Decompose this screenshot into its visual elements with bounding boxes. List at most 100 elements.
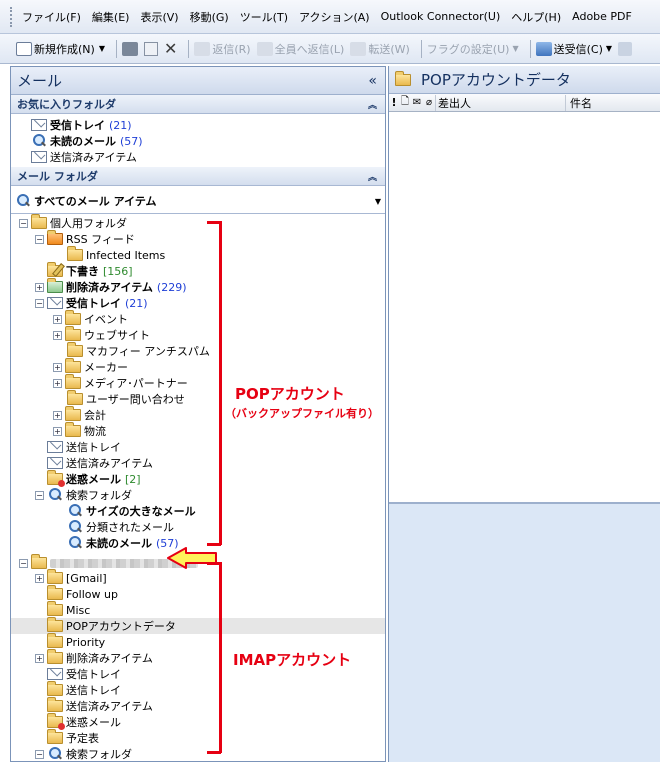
folder-icon — [395, 70, 411, 86]
move-to-folder-icon[interactable] — [143, 41, 158, 56]
tree-item-sent-items[interactable]: 送信済みアイテム — [47, 455, 153, 471]
tree-item-misc[interactable]: Misc — [47, 601, 90, 618]
menu-file[interactable]: ファイル(F) — [22, 9, 81, 25]
tree-item-imap-sent[interactable]: 送信済みアイテム — [47, 697, 153, 714]
forward-button[interactable]: 転送(W) — [350, 41, 410, 57]
menu-adobe-pdf[interactable]: Adobe PDF — [572, 10, 632, 23]
favorites-header[interactable]: お気に入りフォルダ ︽ — [11, 95, 385, 114]
tree-item-label: 削除済みアイテム — [66, 281, 153, 294]
tree-item-accounting[interactable]: + 会計 — [53, 406, 106, 423]
unread-count: (57) — [120, 134, 143, 148]
chevron-up-icon[interactable]: ︽ — [368, 98, 377, 111]
tree-item-follow-up[interactable]: Follow up — [47, 585, 118, 602]
imap-account-annotation: IMAPアカウント — [233, 651, 352, 669]
expand-icon[interactable]: + — [53, 426, 62, 436]
expand-icon[interactable]: + — [35, 282, 44, 292]
tree-item-imap-outbox[interactable]: 送信トレイ — [47, 681, 121, 698]
menu-go[interactable]: 移動(G) — [190, 9, 229, 25]
chevron-up-icon[interactable]: ︽ — [368, 170, 377, 183]
chevron-down-icon[interactable]: ▼ — [375, 197, 381, 206]
tree-item-website[interactable]: + ウェブサイト — [53, 326, 150, 343]
chevron-down-icon[interactable]: ▼ — [512, 44, 518, 53]
tree-item-outbox[interactable]: 送信トレイ — [47, 439, 121, 455]
menu-actions[interactable]: アクション(A) — [299, 9, 370, 25]
tree-item-junk[interactable]: 迷惑メール [2] — [47, 470, 141, 487]
unread-count: (229) — [156, 280, 187, 294]
reply-all-button[interactable]: 全員へ返信(L) — [256, 41, 344, 57]
tree-item-user-inquiry[interactable]: ユーザー問い合わせ — [67, 390, 185, 407]
menubar-grip[interactable] — [10, 6, 13, 27]
importance-column[interactable]: ! — [389, 96, 399, 109]
tree-item-imap-deleted[interactable]: + 削除済みアイテム — [35, 649, 153, 666]
address-book-icon[interactable] — [618, 41, 633, 56]
tree-item-imap-calendar[interactable]: 予定表 — [47, 729, 99, 746]
expand-icon[interactable]: + — [35, 573, 44, 583]
tree-item-event[interactable]: + イベント — [53, 310, 128, 327]
tree-item-imap-inbox[interactable]: 受信トレイ — [47, 666, 121, 682]
mail-folders-header[interactable]: メール フォルダ ︽ — [11, 167, 385, 186]
collapse-icon[interactable]: − — [35, 234, 44, 244]
tree-item-imap-search[interactable]: − 検索フォルダ — [35, 746, 132, 761]
flag-button[interactable]: フラグの設定(U) ▼ — [427, 41, 519, 57]
menu-edit[interactable]: 編集(E) — [92, 9, 130, 25]
expand-icon[interactable]: + — [35, 653, 44, 663]
tree-item-unread[interactable]: 未読のメール (57) — [67, 535, 179, 551]
folder-icon — [47, 681, 63, 696]
favorite-item-sent[interactable]: 送信済みアイテム — [31, 149, 137, 165]
collapse-icon[interactable]: − — [35, 749, 44, 759]
send-receive-button[interactable]: 送受信(C) ▼ — [535, 41, 612, 57]
tree-item-rss[interactable]: − RSS フィード — [35, 230, 135, 247]
tree-item-imap-junk[interactable]: 迷惑メール — [47, 713, 121, 730]
expand-icon[interactable]: + — [53, 330, 62, 340]
collapse-icon[interactable]: − — [35, 298, 44, 308]
expand-icon[interactable]: + — [53, 362, 62, 372]
delete-icon[interactable]: ✕ — [164, 39, 177, 58]
tree-item-drafts[interactable]: 下書き [156] — [47, 262, 133, 279]
folder-icon — [47, 633, 63, 648]
mail-column-icon[interactable]: ✉ — [411, 97, 423, 108]
tree-item-deleted-items[interactable]: + 削除済みアイテム (229) — [35, 278, 187, 295]
folder-icon — [67, 342, 83, 357]
tree-item-infected-items[interactable]: Infected Items — [67, 246, 165, 263]
tree-item-gmail[interactable]: + [Gmail] — [35, 569, 107, 586]
menu-view[interactable]: 表示(V) — [140, 9, 178, 25]
reply-button[interactable]: 返信(R) — [194, 41, 251, 57]
chevron-down-icon[interactable]: ▼ — [99, 44, 105, 53]
collapse-pane-icon[interactable]: « — [368, 73, 377, 89]
attachment-column-icon[interactable]: ⌀ — [423, 97, 435, 108]
toolbar-separator — [420, 39, 422, 58]
tree-item-maker[interactable]: + メーカー — [53, 358, 128, 375]
subject-column-header[interactable]: 件名 — [565, 94, 592, 111]
expand-icon[interactable]: + — [53, 410, 62, 420]
chevron-down-icon[interactable]: ▼ — [606, 44, 612, 53]
tree-item-search-folders[interactable]: − 検索フォルダ — [35, 487, 132, 503]
divider — [11, 213, 385, 214]
pop-bracket-side — [219, 221, 222, 545]
from-column-header[interactable]: 差出人 — [435, 94, 565, 111]
menu-outlook-connector[interactable]: Outlook Connector(U) — [381, 10, 501, 23]
folder-icon — [47, 729, 63, 744]
collapse-icon[interactable]: − — [35, 490, 44, 500]
tree-item-priority[interactable]: Priority — [47, 633, 105, 650]
tree-item-personal-folders[interactable]: − 個人用フォルダ — [19, 214, 127, 231]
favorite-item-inbox[interactable]: 受信トレイ (21) — [31, 117, 132, 133]
new-button[interactable]: 新規作成(N) ▼ — [16, 41, 105, 57]
tree-item-logistics[interactable]: + 物流 — [53, 422, 106, 439]
folder-icon — [47, 601, 63, 616]
tree-item-categorized[interactable]: 分類されたメール — [67, 519, 174, 535]
collapse-icon[interactable]: − — [19, 558, 28, 568]
collapse-icon[interactable]: − — [19, 218, 28, 228]
tree-item-media-partner[interactable]: + メディア･パートナー — [53, 374, 188, 391]
menu-help[interactable]: ヘルプ(H) — [511, 9, 561, 25]
tree-item-inbox[interactable]: − 受信トレイ (21) — [35, 295, 148, 311]
expand-icon[interactable]: + — [53, 378, 62, 388]
icon-column-icon[interactable]: 🗋 — [399, 94, 411, 111]
favorite-item-unread[interactable]: 未読のメール (57) — [31, 133, 143, 149]
print-icon[interactable] — [121, 41, 138, 56]
all-mail-items-dropdown[interactable]: すべてのメール アイテム ▼ — [15, 191, 381, 211]
menu-tools[interactable]: ツール(T) — [240, 9, 288, 25]
expand-icon[interactable]: + — [53, 314, 62, 324]
tree-item-large-mail[interactable]: サイズの大きなメール — [67, 503, 196, 519]
tree-item-pop-account-data[interactable]: POPアカウントデータ — [47, 617, 176, 634]
tree-item-mcafee[interactable]: マカフィー アンチスパム — [67, 342, 210, 359]
